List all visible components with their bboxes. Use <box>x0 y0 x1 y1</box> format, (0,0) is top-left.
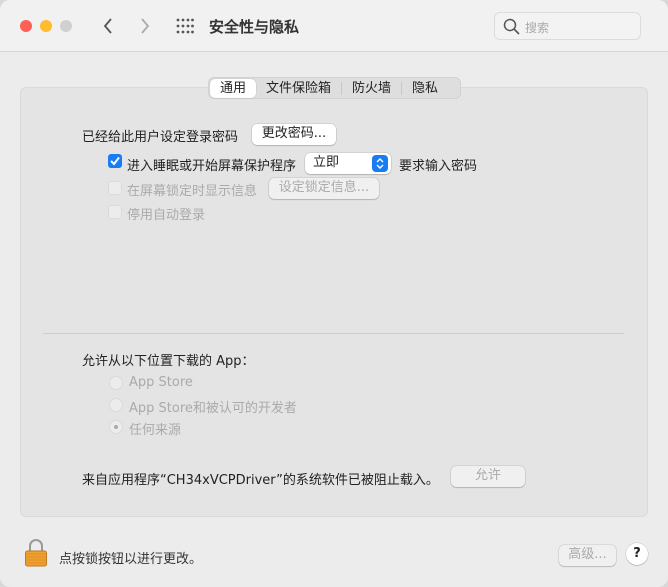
downloads-label: 允许从以下位置下载的 App： <box>82 354 255 369</box>
change-password-button[interactable]: 更改密码... <box>252 124 336 145</box>
select-stepper-icon <box>372 155 388 172</box>
search-input[interactable]: 搜索 <box>494 12 641 40</box>
preferences-window: 安全性与隐私 搜索 通用 文件保险箱 防火墙 隐私 已经给此用户设定登录密码 更… <box>0 0 668 587</box>
allow-button[interactable]: 允许 <box>451 466 525 487</box>
disable-autologin-label: 停用自动登录 <box>127 208 206 223</box>
search-placeholder: 搜索 <box>525 21 550 35</box>
radio-identified-developers[interactable] <box>109 398 123 412</box>
search-icon <box>503 18 520 35</box>
disable-autologin-checkbox[interactable] <box>108 205 122 219</box>
radio-anywhere[interactable] <box>109 420 123 434</box>
password-label: 已经给此用户设定登录密码 <box>82 130 239 145</box>
require-password-checkbox[interactable] <box>108 154 122 168</box>
checkmark-icon <box>110 156 120 166</box>
require-password-label: 进入睡眠或开始屏幕保护程序 <box>127 159 297 174</box>
radio-app-store-label: App Store <box>129 375 193 390</box>
advanced-button[interactable]: 高级... <box>559 545 616 566</box>
set-lock-message-button[interactable]: 设定锁定信息... <box>269 178 379 199</box>
radio-app-store[interactable] <box>109 376 123 390</box>
tab-firewall[interactable]: 防火墙 <box>342 79 401 98</box>
select-value: 立即 <box>313 155 340 170</box>
lock-hint-text: 点按锁按钮以进行更改。 <box>59 552 203 567</box>
zoom-button[interactable] <box>60 20 72 32</box>
tab-bar: 通用 文件保险箱 防火墙 隐私 <box>208 77 461 99</box>
window-title: 安全性与隐私 <box>209 18 300 36</box>
require-password-select[interactable]: 立即 <box>305 153 391 174</box>
require-password-suffix: 要求输入密码 <box>399 159 478 174</box>
radio-dot <box>114 425 118 429</box>
show-message-label: 在屏幕锁定时显示信息 <box>127 184 258 199</box>
radio-anywhere-label: 任何来源 <box>129 423 182 438</box>
blocked-software-message: 来自应用程序“CH34xVCPDriver”的系统软件已被阻止载入。 <box>82 473 439 488</box>
lock-icon[interactable] <box>24 539 48 567</box>
general-panel <box>20 87 648 517</box>
grid-icon[interactable] <box>176 18 194 34</box>
help-button[interactable]: ? <box>626 543 648 565</box>
section-divider <box>43 333 624 334</box>
tab-general[interactable]: 通用 <box>210 78 257 98</box>
back-chevron-icon[interactable] <box>102 17 114 35</box>
radio-identified-developers-label: App Store和被认可的开发者 <box>129 401 297 416</box>
tab-privacy[interactable]: 隐私 <box>402 79 448 98</box>
show-message-checkbox[interactable] <box>108 181 122 195</box>
forward-chevron-icon[interactable] <box>139 17 151 35</box>
minimize-button[interactable] <box>40 20 52 32</box>
title-bar: 安全性与隐私 搜索 <box>0 0 668 52</box>
tab-filevault[interactable]: 文件保险箱 <box>256 79 341 98</box>
close-button[interactable] <box>20 20 32 32</box>
